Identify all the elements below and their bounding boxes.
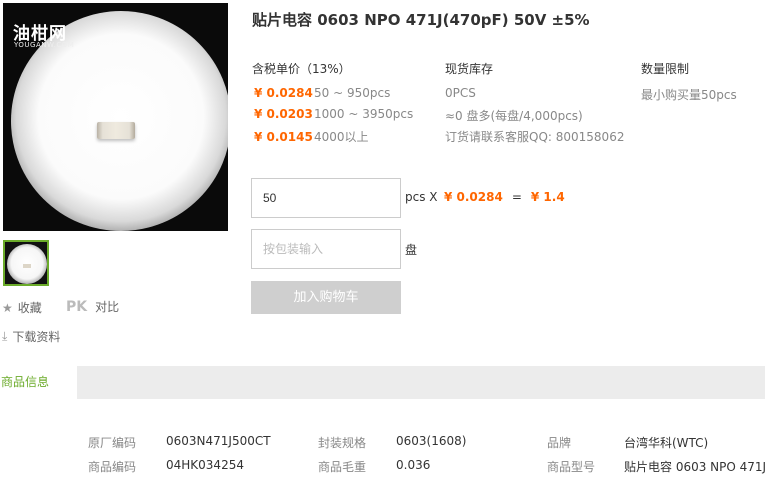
stock-reels: ≈0 盘多(每盘/4,000pcs) <box>445 109 583 123</box>
price-header: 含税单价（13%） <box>252 62 351 76</box>
tab-product-info[interactable]: 商品信息 <box>0 366 77 399</box>
pk-icon: PK <box>66 298 88 315</box>
price-tier: ¥ 0.028450 ~ 950pcs <box>254 86 390 100</box>
stock-count: 0PCS <box>445 86 476 100</box>
spec-label: 商品型号 <box>547 460 596 474</box>
equals-sign: = <box>511 190 522 204</box>
pack-quantity-input[interactable]: 按包装输入 <box>251 229 401 269</box>
download-button[interactable]: ⤓ 下载资料 <box>2 328 60 345</box>
pack-unit-label: 盘 <box>405 243 418 257</box>
min-order-text: 最小购买量50pcs <box>641 88 737 102</box>
tab-bar <box>0 366 765 399</box>
favorite-button[interactable]: ★ 收藏 <box>2 299 42 316</box>
capacitor-chip <box>97 122 135 139</box>
spec-label: 品牌 <box>547 436 572 450</box>
watermark-logo-sub: YOUGANW.COM <box>14 41 75 49</box>
spec-value: 04HK034254 <box>166 458 244 472</box>
product-image: 油柑网 YOUGANW.COM <box>3 3 228 231</box>
price-tier: ¥ 0.02031000 ~ 3950pcs <box>254 107 413 121</box>
spec-label: 封装规格 <box>318 436 367 450</box>
price-calculation: ¥ 0.0284 = ¥ 1.4 <box>444 190 565 204</box>
tier-price: ¥ 0.0145 <box>254 130 313 144</box>
spec-label: 商品毛重 <box>318 460 367 474</box>
price-tier: ¥ 0.01454000以上 <box>254 128 369 145</box>
favorite-label: 收藏 <box>17 301 42 315</box>
spec-value: 贴片电容 0603 NPO 471J. <box>624 460 765 474</box>
stock-contact: 订货请联系客服QQ: 800158062 <box>445 130 625 144</box>
tier-range: 50 ~ 950pcs <box>314 86 391 100</box>
download-icon: ⤓ <box>2 329 8 343</box>
tier-range: 4000以上 <box>314 130 369 144</box>
unit-price: ¥ 0.0284 <box>444 190 503 204</box>
spec-value: 0603(1608) <box>396 434 467 448</box>
compare-button[interactable]: PK 对比 <box>66 298 119 315</box>
spec-label: 商品编码 <box>88 460 137 474</box>
total-price: ¥ 1.4 <box>530 190 565 204</box>
star-icon: ★ <box>2 300 13 315</box>
spec-label: 原厂编码 <box>88 436 137 450</box>
limit-header: 数量限制 <box>641 62 690 76</box>
compare-label: 对比 <box>95 300 120 314</box>
tier-price: ¥ 0.0203 <box>254 107 313 121</box>
spec-value: 0603N471J500CT <box>166 434 271 448</box>
tier-range: 1000 ~ 3950pcs <box>314 107 414 121</box>
product-title: 贴片电容 0603 NPO 471J(470pF) 50V ±5% <box>252 11 590 29</box>
spec-value: 0.036 <box>396 458 431 472</box>
quantity-unit-label: pcs X <box>405 190 438 204</box>
image-thumbnail[interactable] <box>3 240 49 286</box>
spec-value: 台湾华科(WTC) <box>624 436 709 450</box>
download-label: 下载资料 <box>12 330 61 344</box>
tier-price: ¥ 0.0284 <box>254 86 313 100</box>
quantity-input[interactable]: 50 <box>251 178 401 218</box>
stock-header: 现货库存 <box>445 62 494 76</box>
add-to-cart-button[interactable]: 加入购物车 <box>251 281 401 314</box>
